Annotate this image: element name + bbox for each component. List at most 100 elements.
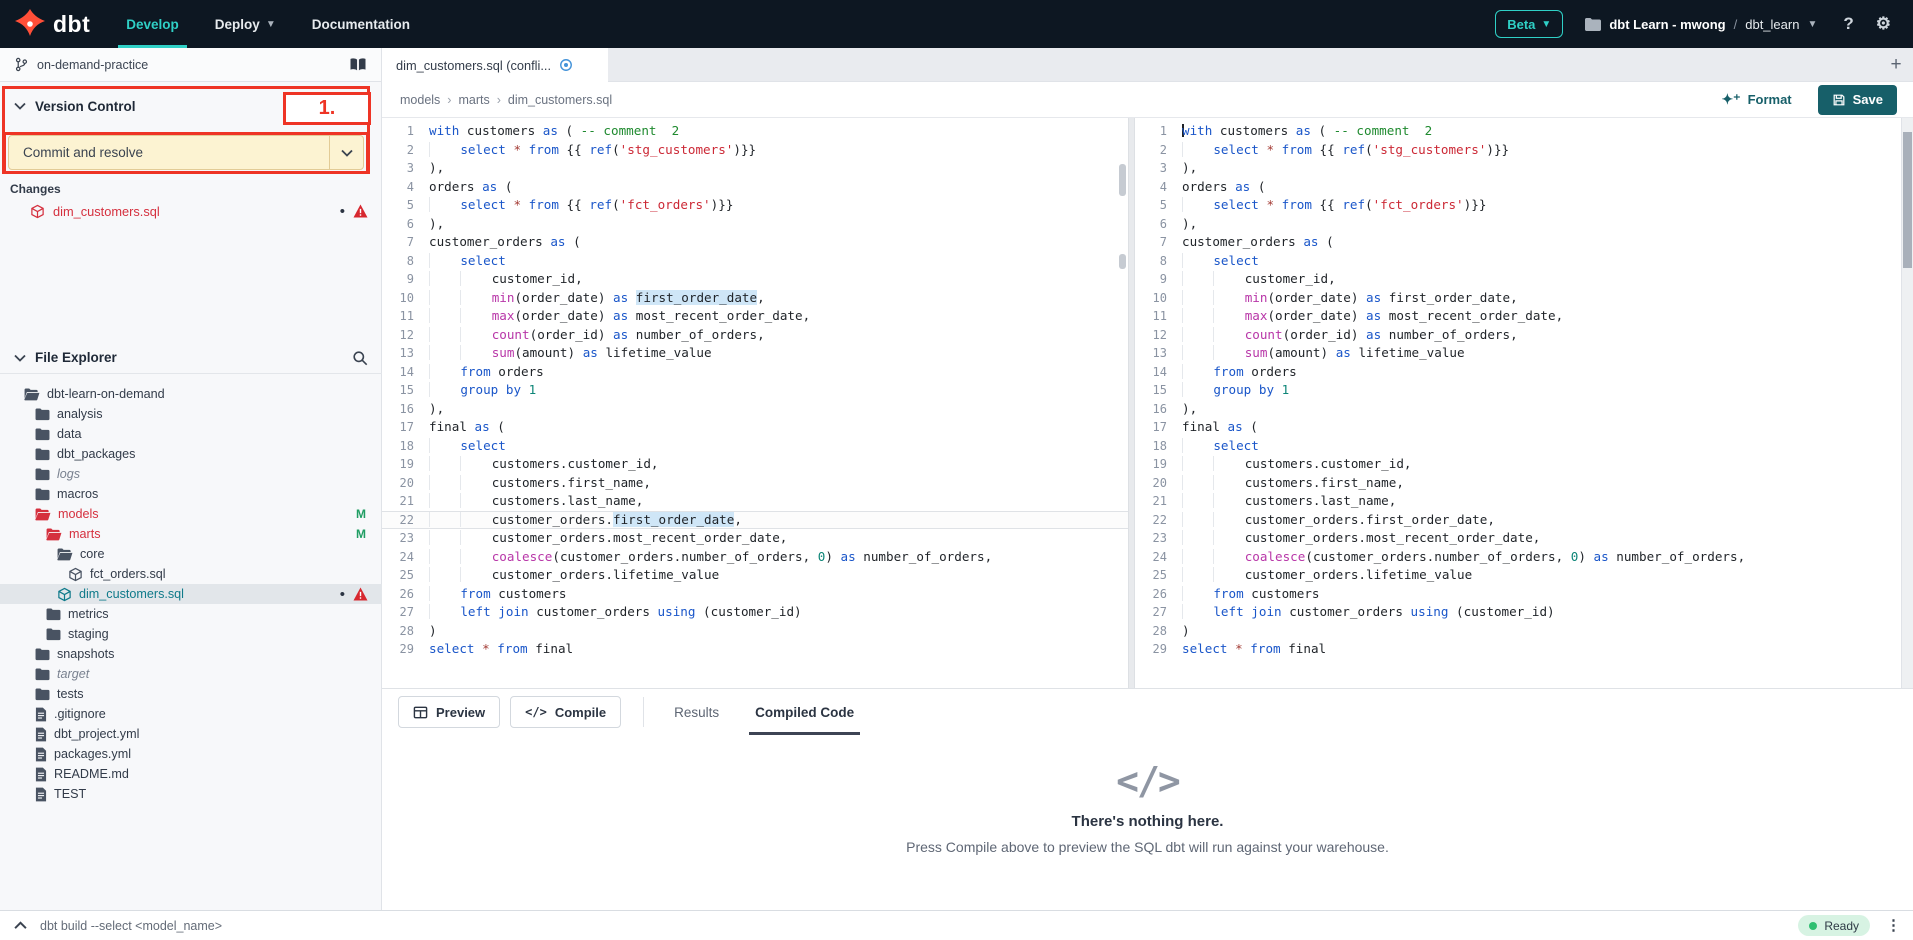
tree-item-snapshots[interactable]: snapshots [0,644,382,664]
tree-item-macros[interactable]: macros [0,484,382,504]
code-line-26[interactable]: 26 from customers [1135,585,1901,604]
code-line-24[interactable]: 24 coalesce(customer_orders.number_of_or… [382,548,1128,567]
code-line-28[interactable]: 28) [382,622,1128,641]
code-line-20[interactable]: 20 customers.first_name, [382,474,1128,493]
new-tab-button[interactable]: + [1879,48,1913,81]
code-line-16[interactable]: 16), [382,400,1128,419]
code-line-7[interactable]: 7customer_orders as ( [382,233,1128,252]
code-line-13[interactable]: 13 sum(amount) as lifetime_value [1135,344,1901,363]
code-line-12[interactable]: 12 count(order_id) as number_of_orders, [1135,326,1901,345]
commit-dropdown-button[interactable] [329,136,363,169]
tab-compiled-code[interactable]: Compiled Code [737,689,872,735]
commit-and-resolve-button[interactable]: Commit and resolve [8,135,364,170]
breadcrumb-models[interactable]: models [400,93,440,107]
tab-dim-customers[interactable]: dim_customers.sql (confli... [382,48,608,82]
code-line-9[interactable]: 9 customer_id, [1135,270,1901,289]
code-line-2[interactable]: 2 select * from {{ ref('stg_customers')}… [1135,141,1901,160]
code-line-11[interactable]: 11 max(order_date) as most_recent_order_… [1135,307,1901,326]
help-icon[interactable]: ? [1843,14,1853,34]
code-line-26[interactable]: 26 from customers [382,585,1128,604]
tree-item-fct-orders-sql[interactable]: fct_orders.sql [0,564,382,584]
search-icon[interactable] [352,350,368,366]
settings-gear-icon[interactable]: ⚙ [1876,14,1891,34]
code-line-17[interactable]: 17final as ( [382,418,1128,437]
nav-tab-deploy[interactable]: Deploy▼ [197,0,294,48]
code-line-12[interactable]: 12 count(order_id) as number_of_orders, [382,326,1128,345]
format-button[interactable]: ✦⁺ Format [1721,91,1791,108]
tree-item--gitignore[interactable]: .gitignore [0,704,382,724]
code-line-15[interactable]: 15 group by 1 [382,381,1128,400]
tree-item-tests[interactable]: tests [0,684,382,704]
nav-tab-develop[interactable]: Develop [108,0,197,48]
left-editor-scrollbar-thumb[interactable] [1119,164,1126,196]
tree-item-logs[interactable]: logs [0,464,382,484]
tree-item-metrics[interactable]: metrics [0,604,382,624]
code-line-18[interactable]: 18 select [382,437,1128,456]
code-line-13[interactable]: 13 sum(amount) as lifetime_value [382,344,1128,363]
editor-split-divider[interactable] [1128,118,1135,688]
code-line-27[interactable]: 27 left join customer_orders using (cust… [1135,603,1901,622]
dbt-logo[interactable]: dbt [0,8,108,40]
code-line-25[interactable]: 25 customer_orders.lifetime_value [1135,566,1901,585]
code-line-15[interactable]: 15 group by 1 [1135,381,1901,400]
tab-results[interactable]: Results [656,689,737,735]
nav-tab-documentation[interactable]: Documentation [294,0,428,48]
code-line-19[interactable]: 19 customers.customer_id, [1135,455,1901,474]
code-line-6[interactable]: 6), [1135,215,1901,234]
tree-item-dbt-learn-on-demand[interactable]: dbt-learn-on-demand [0,384,382,404]
command-bar-expand-button[interactable] [0,921,40,930]
tree-item-data[interactable]: data [0,424,382,444]
code-line-27[interactable]: 27 left join customer_orders using (cust… [382,603,1128,622]
code-line-22[interactable]: 22 customer_orders.first_order_date, [382,511,1128,530]
changed-file-dim-customers[interactable]: dim_customers.sql • [0,200,382,222]
tree-item-core[interactable]: core [0,544,382,564]
editor-pane-right[interactable]: 1with customers as ( -- comment 22 selec… [1135,118,1901,688]
breadcrumb-file[interactable]: dim_customers.sql [508,93,612,107]
code-line-22[interactable]: 22 customer_orders.first_order_date, [1135,511,1901,530]
code-line-1[interactable]: 1with customers as ( -- comment 2 [382,122,1128,141]
code-line-11[interactable]: 11 max(order_date) as most_recent_order_… [382,307,1128,326]
code-line-4[interactable]: 4orders as ( [1135,178,1901,197]
tree-item-dbt-packages[interactable]: dbt_packages [0,444,382,464]
code-line-20[interactable]: 20 customers.first_name, [1135,474,1901,493]
code-line-24[interactable]: 24 coalesce(customer_orders.number_of_or… [1135,548,1901,567]
code-line-10[interactable]: 10 min(order_date) as first_order_date, [1135,289,1901,308]
tree-item-staging[interactable]: staging [0,624,382,644]
beta-toggle[interactable]: Beta▼ [1495,10,1563,38]
docs-book-icon[interactable] [349,57,367,72]
code-line-17[interactable]: 17final as ( [1135,418,1901,437]
tree-item-readme-md[interactable]: README.md [0,764,382,784]
code-line-23[interactable]: 23 customer_orders.most_recent_order_dat… [1135,529,1901,548]
code-line-16[interactable]: 16), [1135,400,1901,419]
code-line-14[interactable]: 14 from orders [1135,363,1901,382]
code-line-5[interactable]: 5 select * from {{ ref('fct_orders')}} [382,196,1128,215]
code-line-14[interactable]: 14 from orders [382,363,1128,382]
code-line-19[interactable]: 19 customers.customer_id, [382,455,1128,474]
code-line-18[interactable]: 18 select [1135,437,1901,456]
code-line-10[interactable]: 10 min(order_date) as first_order_date, [382,289,1128,308]
tree-item-models[interactable]: modelsM [0,504,382,524]
breadcrumb-marts[interactable]: marts [458,93,489,107]
command-bar-menu-icon[interactable]: ⋮ [1886,923,1901,928]
code-line-8[interactable]: 8 select [1135,252,1901,271]
compile-button[interactable]: </> Compile [510,696,621,728]
account-switcher[interactable]: dbt Learn - mwong / dbt_learn ▼ [1585,17,1817,32]
code-line-21[interactable]: 21 customers.last_name, [382,492,1128,511]
branch-name[interactable]: on-demand-practice [37,58,349,72]
code-line-8[interactable]: 8 select [382,252,1128,271]
main-scrollbar-thumb[interactable] [1903,132,1912,268]
code-line-6[interactable]: 6), [382,215,1128,234]
code-line-9[interactable]: 9 customer_id, [382,270,1128,289]
code-line-23[interactable]: 23 customer_orders.most_recent_order_dat… [382,529,1128,548]
code-line-3[interactable]: 3), [1135,159,1901,178]
code-line-21[interactable]: 21 customers.last_name, [1135,492,1901,511]
code-line-2[interactable]: 2 select * from {{ ref('stg_customers')}… [382,141,1128,160]
code-line-5[interactable]: 5 select * from {{ ref('fct_orders')}} [1135,196,1901,215]
editor-pane-left[interactable]: 1with customers as ( -- comment 22 selec… [382,118,1128,688]
version-control-header[interactable]: Version Control [0,82,381,130]
tree-item-dbt-project-yml[interactable]: dbt_project.yml [0,724,382,744]
code-line-1[interactable]: 1with customers as ( -- comment 2 [1135,122,1901,141]
code-line-4[interactable]: 4orders as ( [382,178,1128,197]
file-explorer-header[interactable]: File Explorer [0,342,382,374]
tree-item-packages-yml[interactable]: packages.yml [0,744,382,764]
